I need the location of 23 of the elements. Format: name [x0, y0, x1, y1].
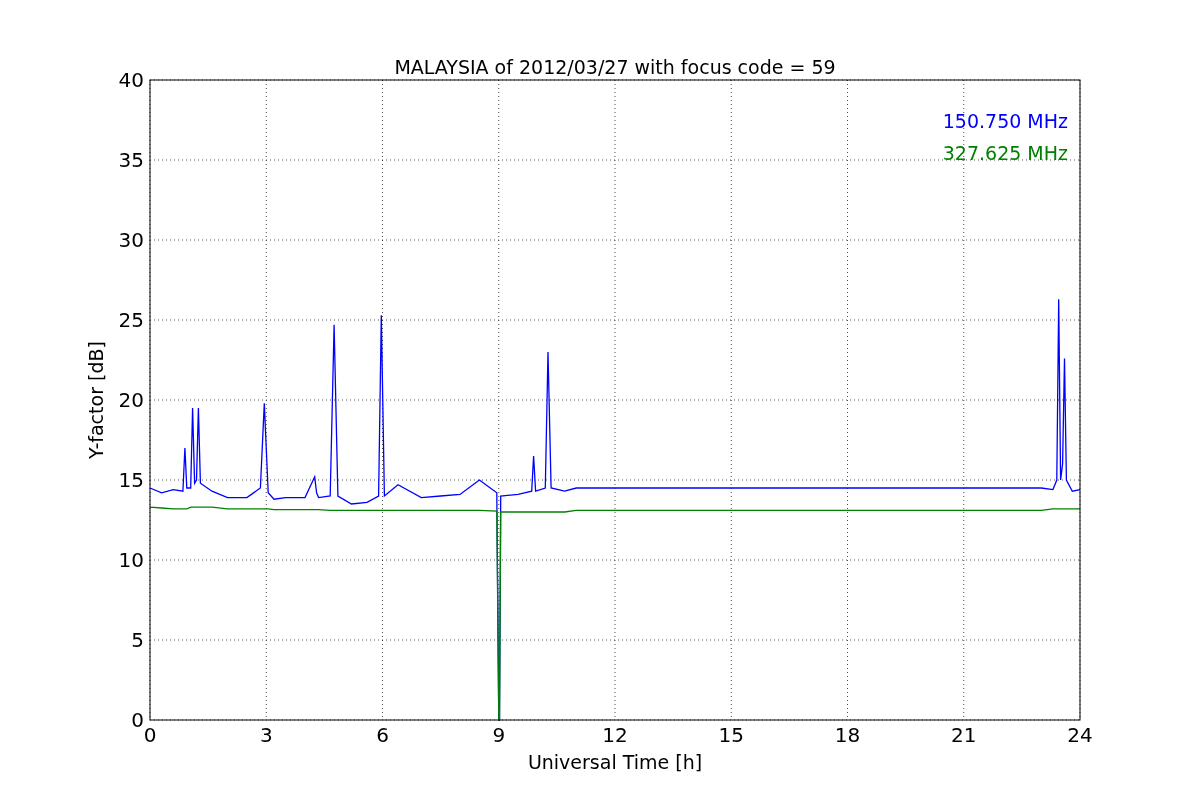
y-tick-label: 10 [118, 548, 144, 572]
x-tick-label: 12 [602, 723, 628, 747]
y-tick-label: 25 [118, 308, 144, 332]
y-axis-label: Y-factor [dB] [85, 341, 107, 459]
x-tick-label: 9 [492, 723, 506, 747]
y-tick-label: 20 [118, 388, 144, 412]
x-tick-label: 0 [143, 723, 157, 747]
y-tick-label: 5 [131, 628, 144, 652]
legend-label: 150.750 MHz [942, 110, 1068, 132]
x-axis-label: Universal Time [h] [527, 751, 703, 773]
chart-title: MALAYSIA of 2012/03/27 with focus code = 59 [394, 56, 836, 78]
y-tick-label: 35 [118, 148, 144, 172]
x-tick-label: 18 [834, 723, 861, 747]
y-tick-label: 40 [118, 68, 144, 92]
x-tick-label: 24 [1067, 723, 1093, 747]
x-tick-label: 3 [259, 723, 273, 747]
x-tick-label: 21 [951, 723, 977, 747]
legend-label: 327.625 MHz [942, 142, 1068, 164]
y-tick-label: 30 [118, 228, 144, 252]
y-tick-label: 15 [118, 468, 144, 492]
y-tick-label: 0 [131, 708, 144, 732]
x-tick-label: 15 [718, 723, 744, 747]
x-tick-label: 6 [376, 723, 389, 747]
